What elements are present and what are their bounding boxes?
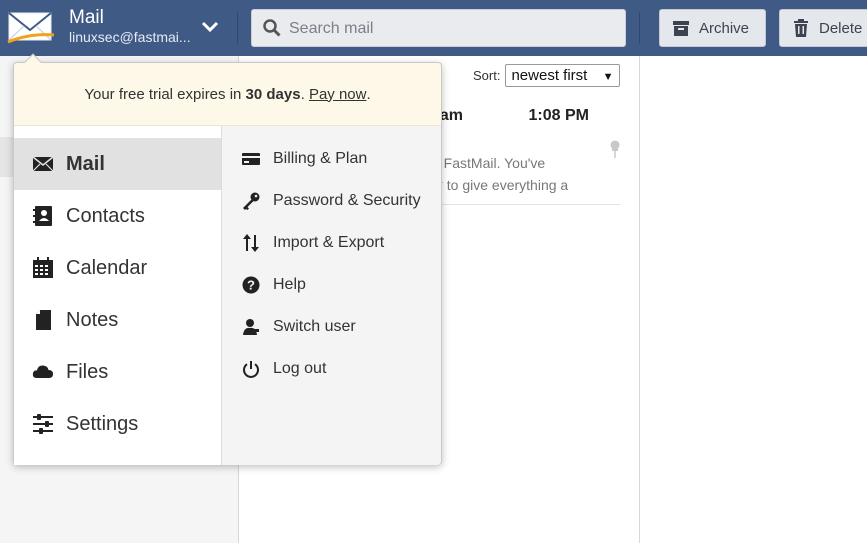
- settings-icon: [32, 413, 54, 435]
- key-icon: [242, 192, 260, 210]
- caret-down-icon: ▼: [602, 71, 614, 83]
- message-preview: o FastMail. You've: [432, 155, 546, 171]
- sort-control: Sort: newest first ▼: [473, 64, 621, 87]
- trial-days: 30 days: [245, 85, 301, 103]
- app-label: Calendar: [66, 256, 148, 279]
- app-label: Mail: [66, 152, 105, 175]
- app-label: Notes: [66, 308, 119, 331]
- sort-label: Sort:: [473, 68, 501, 83]
- help-icon: ?: [242, 276, 260, 294]
- menu-item-label: Billing & Plan: [273, 150, 368, 167]
- menu-item-log-out[interactable]: Log out: [222, 353, 441, 385]
- calendar-icon: [32, 257, 54, 279]
- account-switcher[interactable]: Mail linuxsec@fastmai...: [69, 7, 199, 46]
- menu-item-label: Switch user: [273, 318, 356, 335]
- app-item-mail[interactable]: Mail: [14, 138, 221, 190]
- menu-item-switch-user[interactable]: Switch user: [222, 311, 441, 343]
- contacts-icon: [32, 205, 54, 227]
- sort-value: newest first: [511, 67, 588, 84]
- app-item-contacts[interactable]: Contacts: [14, 190, 221, 242]
- message-preview: ** to give everything a: [432, 177, 569, 193]
- archive-label: Archive: [699, 19, 750, 37]
- delete-label: Delete: [819, 19, 863, 37]
- cloud-icon: [32, 361, 54, 383]
- app-label: Contacts: [66, 204, 145, 227]
- archive-icon: [672, 19, 690, 37]
- app-name: Mail: [69, 7, 104, 28]
- sort-select[interactable]: newest first ▼: [505, 64, 621, 87]
- menu-item-label: Import & Export: [273, 234, 385, 251]
- message-time: 1:08 PM: [528, 107, 589, 124]
- trial-banner: Your free trial expires in 30 days. Pay …: [14, 63, 441, 126]
- svg-text:?: ?: [247, 278, 255, 293]
- power-icon: [242, 360, 260, 378]
- notes-icon: [32, 309, 54, 331]
- toolbar-divider: [237, 12, 238, 44]
- menu-item-label: Password & Security: [273, 192, 421, 209]
- trash-icon: [792, 19, 810, 37]
- switch-user-icon: [242, 318, 260, 336]
- chevron-down-icon[interactable]: [200, 17, 220, 37]
- account-menu: Your free trial expires in 30 days. Pay …: [13, 53, 442, 465]
- menu-item-label: Help: [273, 276, 306, 293]
- menu-item-billing[interactable]: Billing & Plan: [222, 143, 441, 175]
- trial-text: Your free trial expires in: [84, 85, 246, 103]
- menu-item-label: Log out: [273, 360, 327, 377]
- pay-now-link[interactable]: Pay now: [309, 86, 367, 103]
- search-input[interactable]: [289, 18, 609, 40]
- app-item-notes[interactable]: Notes: [14, 294, 221, 346]
- app-item-calendar[interactable]: Calendar: [14, 242, 221, 294]
- delete-button[interactable]: Delete: [779, 9, 867, 47]
- account-email: linuxsec@fastmai...: [69, 29, 191, 45]
- menu-item-password-security[interactable]: Password & Security: [222, 185, 441, 217]
- trial-text-suffix: .: [300, 85, 309, 103]
- import-export-icon: [242, 234, 260, 252]
- account-options: Billing & Plan Password & Security Impor…: [222, 126, 441, 465]
- mail-icon: [32, 153, 54, 175]
- menu-item-help[interactable]: ? Help: [222, 269, 441, 301]
- app-item-files[interactable]: Files: [14, 346, 221, 398]
- menu-item-import-export[interactable]: Import & Export: [222, 227, 441, 259]
- toolbar-divider: [639, 12, 640, 44]
- app-item-settings[interactable]: Settings: [14, 398, 221, 450]
- archive-button[interactable]: Archive: [659, 9, 766, 47]
- top-bar: Mail linuxsec@fastmai... Archive Delete: [0, 0, 867, 56]
- trial-text-end: .: [366, 85, 371, 103]
- search-box[interactable]: [251, 9, 626, 47]
- pin-icon[interactable]: [609, 140, 621, 158]
- app-label: Files: [66, 360, 109, 383]
- search-icon: [263, 19, 281, 37]
- credit-card-icon: [242, 150, 260, 168]
- app-switcher: Mail Contacts Calendar Notes Files Setti…: [14, 126, 222, 465]
- fastmail-logo-icon[interactable]: [6, 11, 56, 45]
- app-label: Settings: [66, 412, 139, 435]
